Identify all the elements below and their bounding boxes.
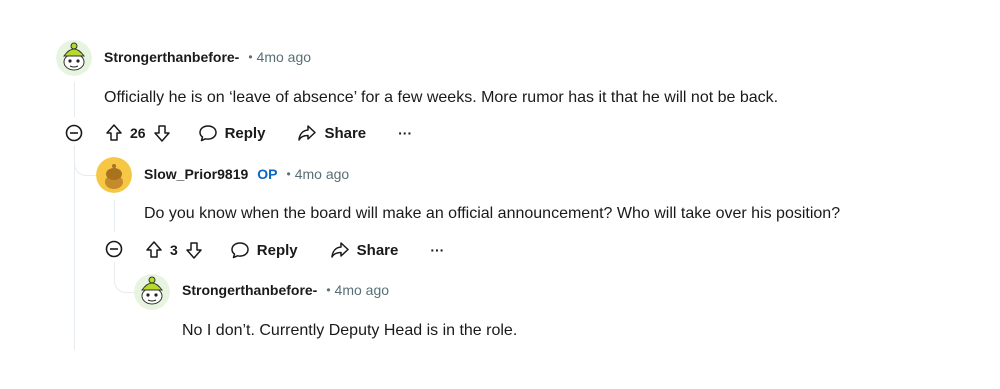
vote-group: 26 (104, 123, 172, 143)
timestamp[interactable]: 4mo ago (257, 49, 311, 65)
snoo-green-hat-icon (56, 40, 92, 76)
downvote-icon[interactable] (184, 240, 204, 260)
reply-icon (198, 125, 217, 142)
thread-line-level-1[interactable] (74, 82, 75, 117)
thread-elbow-2 (114, 262, 135, 293)
avatar[interactable] (134, 274, 170, 310)
thread-elbow-1 (74, 145, 97, 176)
more-options-icon[interactable]: ··· (430, 242, 444, 258)
comment-body: No I don’t. Currently Deputy Head is in … (182, 322, 518, 339)
share-label: Share (324, 124, 367, 142)
comment-meta: Slow_Prior9819 OP • 4mo ago (144, 166, 349, 182)
comment-body: Do you know when the board will make an … (144, 205, 841, 222)
share-button[interactable]: Share (330, 240, 399, 260)
vote-count: 26 (130, 125, 146, 141)
share-icon (330, 242, 349, 258)
collapse-icon[interactable] (65, 124, 83, 142)
thread-line-level-1-lower[interactable] (74, 145, 75, 350)
timestamp[interactable]: 4mo ago (335, 282, 389, 298)
comment-actions: 3 Reply Share ··· (144, 236, 444, 264)
thread-line-level-2[interactable] (114, 200, 115, 232)
share-icon (298, 125, 317, 141)
timestamp[interactable]: 4mo ago (295, 166, 349, 182)
separator-dot: • (286, 167, 291, 181)
separator-dot: • (326, 283, 331, 297)
comment-body: Officially he is on ‘leave of absence’ f… (104, 89, 779, 106)
comment-actions: 26 Reply Share ··· (104, 119, 412, 147)
more-options-icon[interactable]: ··· (398, 125, 412, 141)
reply-label: Reply (224, 124, 266, 142)
reply-button[interactable]: Reply (230, 240, 298, 260)
avatar[interactable] (96, 157, 132, 193)
vote-count: 3 (170, 242, 178, 258)
comment-meta: Strongerthanbefore- • 4mo ago (182, 282, 389, 298)
vote-group: 3 (144, 240, 204, 260)
reply-icon (231, 242, 249, 259)
op-badge: OP (257, 166, 278, 182)
upvote-icon[interactable] (144, 240, 164, 260)
downvote-icon[interactable] (152, 123, 172, 143)
author-link[interactable]: Strongerthanbefore- (104, 49, 239, 65)
comment-meta: Strongerthanbefore- • 4mo ago (104, 49, 311, 65)
collapse-icon[interactable] (105, 240, 123, 258)
author-link[interactable]: Strongerthanbefore- (182, 282, 317, 298)
share-label: Share (356, 241, 399, 259)
snoo-green-hat-icon (134, 274, 170, 310)
share-button[interactable]: Share (297, 123, 366, 143)
author-link[interactable]: Slow_Prior9819 (144, 166, 248, 182)
upvote-icon[interactable] (104, 123, 124, 143)
reply-button[interactable]: Reply (198, 123, 266, 143)
reply-label: Reply (256, 241, 298, 259)
separator-dot: • (248, 50, 253, 64)
snoo-yellow-icon (96, 157, 132, 193)
avatar[interactable] (56, 40, 92, 76)
